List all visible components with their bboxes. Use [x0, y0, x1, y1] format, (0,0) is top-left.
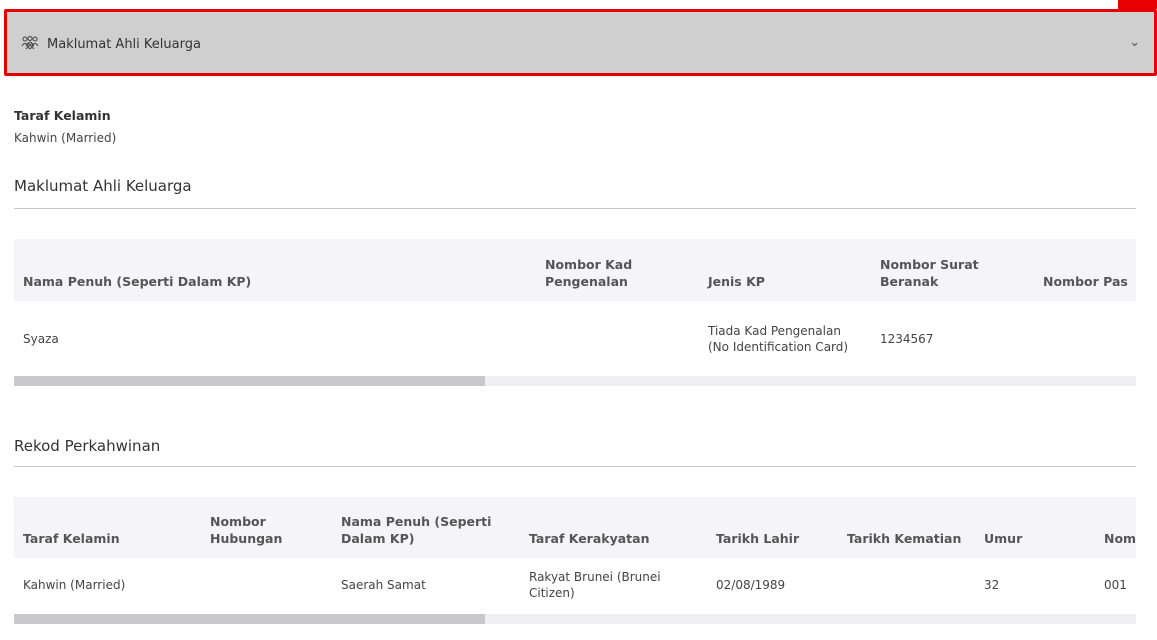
chevron-down-icon[interactable]: ⌄: [1129, 35, 1140, 50]
marriage-table-scroll[interactable]: Taraf Kelamin Nombor Hubungan Nama Penuh…: [14, 497, 1136, 612]
column-header: Taraf Kelamin: [23, 531, 120, 546]
column-header: Tarikh Lahir: [716, 531, 800, 546]
family-group-icon: [21, 35, 39, 50]
column-header: Nama Penuh (Seperti Dalam KP): [341, 514, 492, 546]
table-cell: 001: [1104, 578, 1127, 592]
column-header: Umur: [984, 531, 1023, 546]
column-header: Jenis KP: [708, 274, 765, 289]
highlight-corner-marker: [1118, 0, 1157, 9]
family-panel-header[interactable]: Maklumat Ahli Keluarga ⌄: [4, 9, 1157, 76]
column-header: Nombor Hubungan: [210, 514, 283, 546]
family-table-scrollbar[interactable]: [14, 376, 1136, 386]
marriage-section-title: Rekod Perkahwinan: [14, 437, 161, 455]
marital-status-value: Kahwin (Married): [14, 131, 117, 145]
table-cell: Saerah Samat: [341, 578, 426, 592]
table-row: Syaza Tiada Kad Pengenalan (No Identific…: [14, 301, 1136, 376]
table-cell: Kahwin (Married): [23, 578, 126, 592]
table-cell: [201, 558, 332, 612]
marriage-table-scrollbar[interactable]: [14, 614, 1136, 624]
table-cell: Tiada Kad Pengenalan (No Identification …: [708, 323, 849, 354]
column-header: Nama Penuh (Seperti Dalam KP): [23, 274, 252, 289]
column-header: Nombor Surat Beranak: [880, 257, 979, 289]
table-cell: Rakyat Brunei (Brunei Citizen): [529, 570, 661, 600]
column-header: Nombor Kad Pengenalan: [545, 257, 633, 289]
family-table-scroll[interactable]: Nama Penuh (Seperti Dalam KP) Nombor Kad…: [14, 239, 1136, 376]
family-section-divider: [14, 208, 1136, 209]
table-cell: [838, 558, 975, 612]
scrollbar-thumb[interactable]: [14, 376, 486, 386]
table-cell: 02/08/1989: [716, 578, 786, 592]
column-header: Nombor Pas: [1043, 274, 1128, 289]
table-row: Kahwin (Married) Saerah Samat Rakyat Bru…: [14, 558, 1136, 612]
table-cell: 1234567: [880, 331, 934, 346]
column-header: Taraf Kerakyatan: [529, 531, 650, 546]
table-cell: Syaza: [23, 331, 59, 346]
marriage-section-divider: [14, 466, 1136, 467]
table-cell: [1034, 301, 1136, 376]
family-section-title: Maklumat Ahli Keluarga: [14, 177, 192, 195]
table-cell: [536, 301, 699, 376]
column-header: Tarikh Kematian: [847, 531, 962, 546]
marital-status-label: Taraf Kelamin: [14, 108, 111, 123]
table-cell: 32: [984, 578, 1000, 592]
marriage-table: Taraf Kelamin Nombor Hubungan Nama Penuh…: [14, 497, 1136, 612]
panel-title: Maklumat Ahli Keluarga: [47, 37, 201, 52]
family-table: Nama Penuh (Seperti Dalam KP) Nombor Kad…: [14, 239, 1136, 376]
column-header: Nombor Pengenalan: [1104, 531, 1136, 546]
scrollbar-thumb[interactable]: [14, 614, 486, 624]
